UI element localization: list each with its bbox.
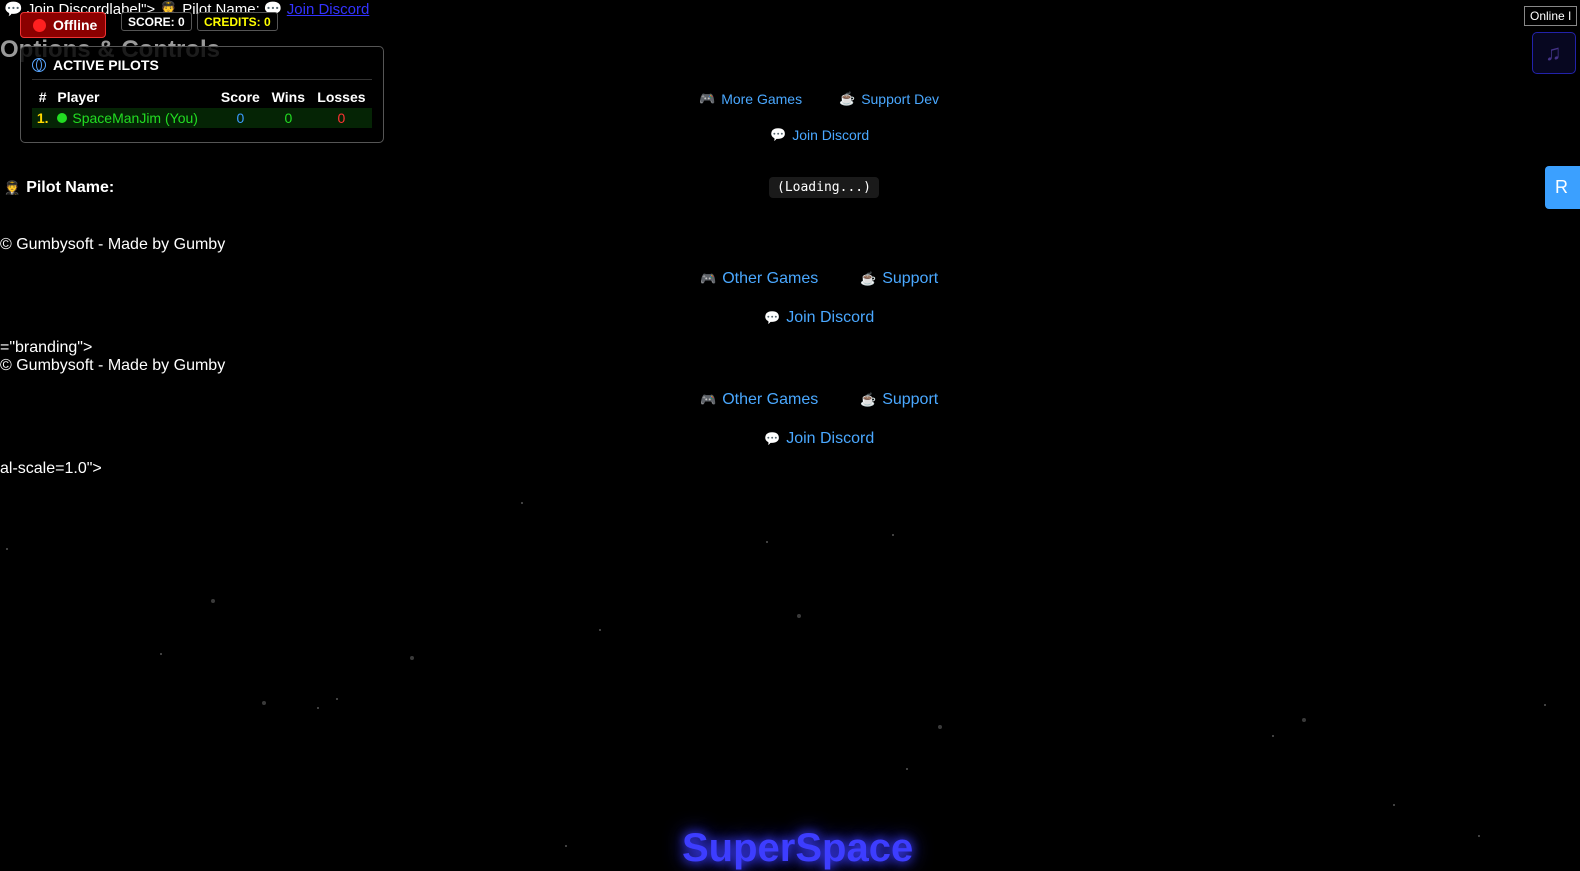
support-dev-link[interactable]: ☕ Support Dev xyxy=(839,91,939,107)
star xyxy=(938,725,942,729)
pilot-name-value: (Loading...) xyxy=(769,177,879,198)
credits-display: CREDITS: 0 xyxy=(197,12,278,31)
table-row: 1. SpaceManJim (You) 0 0 0 xyxy=(32,108,372,128)
table-header-row: # Player Score Wins Losses xyxy=(32,86,372,108)
copyright-text: © Gumbysoft - Made by Gumby xyxy=(0,357,226,374)
status-label: Offline xyxy=(53,17,98,33)
side-panel-button[interactable]: R xyxy=(1545,166,1580,209)
star xyxy=(262,701,266,705)
star xyxy=(1302,718,1306,722)
globe-icon xyxy=(32,58,46,72)
panel-title: ACTIVE PILOTS xyxy=(53,57,159,73)
link-label: Join Discord xyxy=(786,309,875,326)
star xyxy=(1272,735,1274,737)
star xyxy=(521,502,523,504)
copyright-text: © Gumbysoft - Made by Gumby xyxy=(0,236,226,253)
panel-header: ACTIVE PILOTS xyxy=(32,57,372,80)
link-label: Support Dev xyxy=(861,91,940,107)
star xyxy=(766,541,768,543)
music-note-icon: ♫ xyxy=(1545,40,1562,65)
coffee-icon: ☕ xyxy=(860,271,877,286)
broken-markup-text: al-scale=1.0"> xyxy=(0,460,102,477)
star xyxy=(317,707,319,709)
losses-cell: 0 xyxy=(337,110,346,126)
player-name: SpaceManJim (You) xyxy=(72,110,198,126)
link-label: Support xyxy=(882,270,939,287)
star xyxy=(336,698,338,700)
rank-cell: 1. xyxy=(36,110,49,126)
link-label: More Games xyxy=(721,91,803,107)
label-text: Pilot Name: xyxy=(26,179,115,196)
pilot-icon: 🧑‍✈️ xyxy=(4,180,21,195)
star xyxy=(1393,804,1395,806)
speech-bubble-icon: 💬 xyxy=(770,127,787,142)
connection-status-badge: Offline xyxy=(20,12,106,38)
column-header-losses: Losses xyxy=(317,89,366,105)
coffee-icon: ☕ xyxy=(860,392,877,407)
broken-markup-text: ="branding"> xyxy=(0,339,93,356)
coffee-icon: ☕ xyxy=(839,91,856,106)
music-toggle-button[interactable]: ♫ xyxy=(1532,32,1576,74)
column-header-score: Score xyxy=(220,89,260,105)
support-link[interactable]: ☕ Support xyxy=(860,270,938,288)
column-header-player: Player xyxy=(57,89,100,105)
other-games-link[interactable]: 🎮 Other Games xyxy=(700,391,818,409)
score-display: SCORE: 0 xyxy=(121,12,192,31)
link-label: Support xyxy=(882,391,939,408)
online-players-toggle[interactable]: Online I xyxy=(1524,6,1578,26)
join-discord-link[interactable]: 💬 Join Discord xyxy=(764,430,874,448)
join-discord-link[interactable]: 💬 Join Discord xyxy=(764,309,874,327)
player-cell: SpaceManJim (You) xyxy=(53,108,214,128)
more-games-link[interactable]: 🎮 More Games xyxy=(699,91,802,107)
star xyxy=(565,845,567,847)
star xyxy=(797,614,801,618)
link-label: Join Discord xyxy=(792,127,870,143)
leaderboard-table: # Player Score Wins Losses 1. SpaceManJi… xyxy=(32,86,372,128)
gamepad-icon: 🎮 xyxy=(700,271,717,286)
score-cell: 0 xyxy=(236,110,245,126)
link-label: Join Discord xyxy=(786,430,875,447)
star xyxy=(892,534,894,536)
other-games-link[interactable]: 🎮 Other Games xyxy=(700,270,818,288)
pilot-name-label: 🧑‍✈️ Pilot Name: xyxy=(4,179,114,197)
gamepad-icon: 🎮 xyxy=(699,91,716,106)
game-title: SuperSpace xyxy=(682,826,914,870)
join-discord-link[interactable]: 💬 Join Discord xyxy=(770,127,869,143)
star xyxy=(160,653,162,655)
star xyxy=(6,548,8,550)
status-dot-icon xyxy=(33,18,46,32)
link-label: Other Games xyxy=(722,391,819,408)
speech-bubble-icon: 💬 xyxy=(764,431,781,446)
speech-bubble-icon: 💬 xyxy=(764,310,781,325)
star xyxy=(410,656,414,660)
join-discord-link[interactable]: Join Discord xyxy=(287,1,370,18)
star xyxy=(906,768,908,770)
gamepad-icon: 🎮 xyxy=(700,392,717,407)
wins-cell: 0 xyxy=(284,110,293,126)
star xyxy=(211,599,215,603)
column-header-rank: # xyxy=(38,89,47,105)
link-label: Other Games xyxy=(722,270,819,287)
star xyxy=(1478,835,1480,837)
online-dot-icon xyxy=(57,113,68,123)
star xyxy=(599,629,601,631)
support-link[interactable]: ☕ Support xyxy=(860,391,938,409)
active-pilots-panel: ACTIVE PILOTS # Player Score Wins Losses… xyxy=(20,46,384,143)
column-header-wins: Wins xyxy=(271,89,305,105)
star xyxy=(1544,704,1546,706)
